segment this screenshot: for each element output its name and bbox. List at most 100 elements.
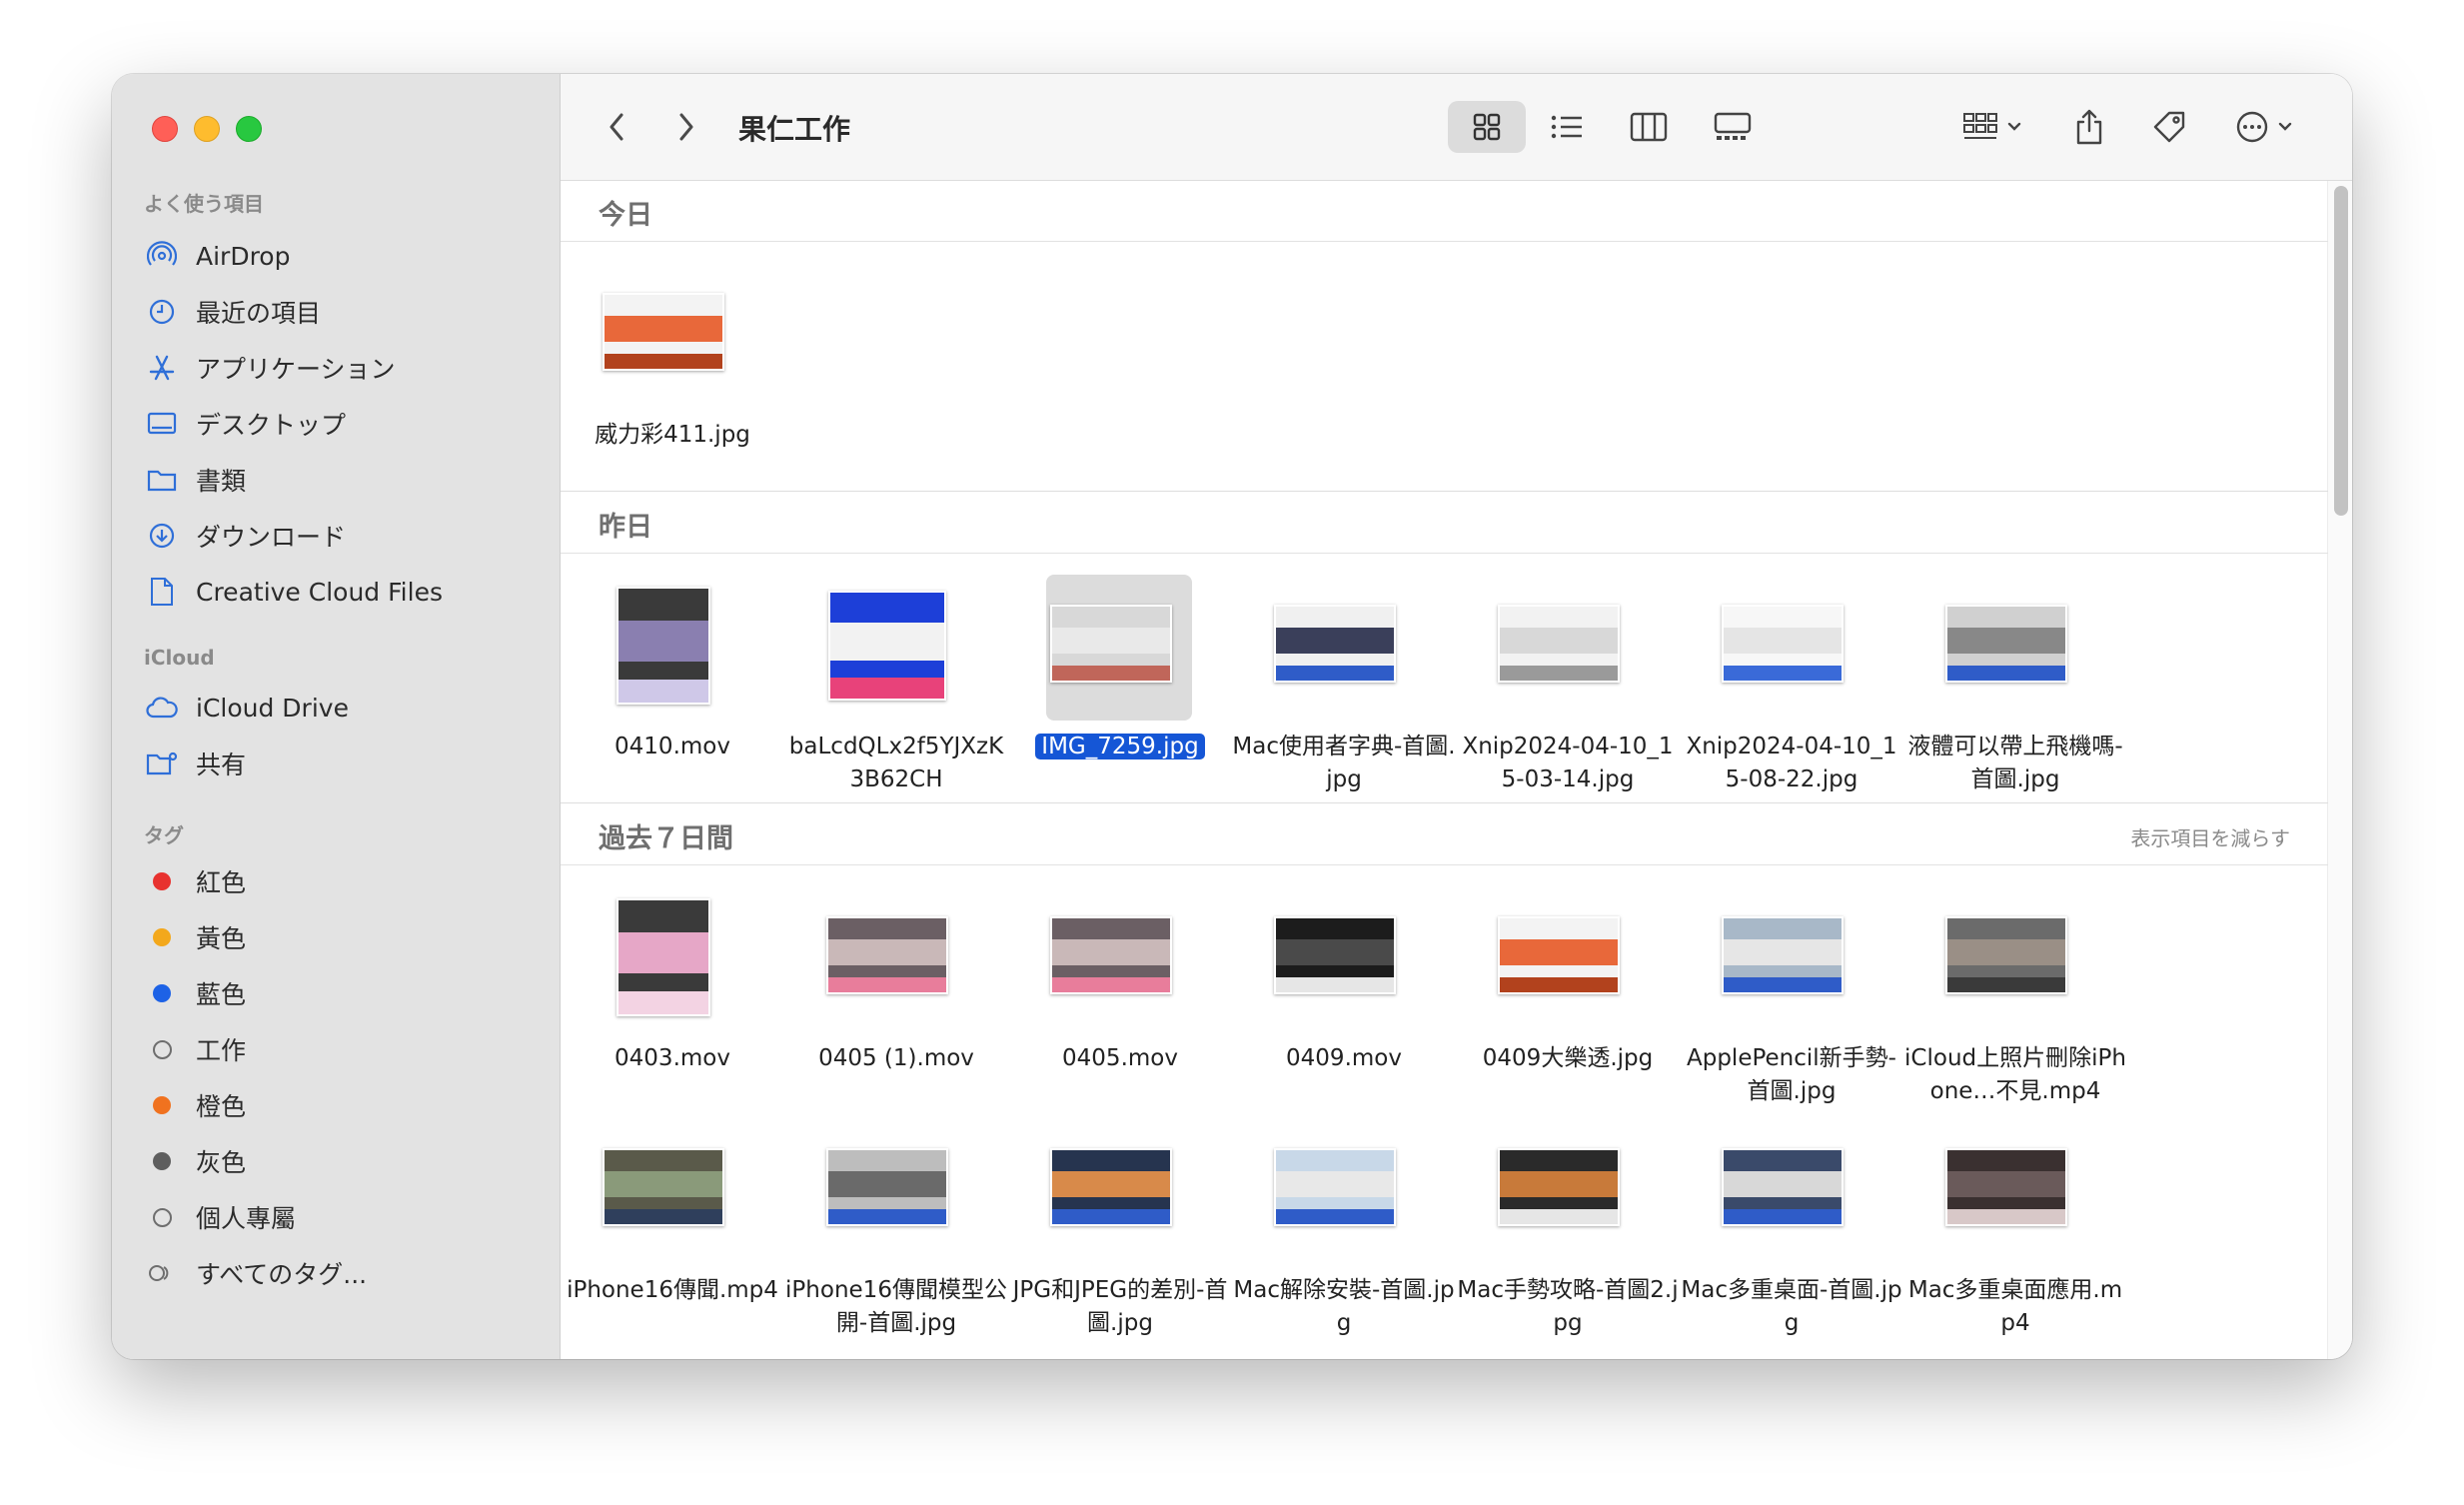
group-by-button[interactable]: [1951, 101, 2033, 153]
sidebar-item-label: 紅色: [196, 868, 247, 897]
file-thumbnail: [1722, 605, 1844, 683]
thumbnail-content: [1052, 938, 1170, 966]
ellipsis-circle-icon: [2236, 111, 2268, 143]
thumbnail-caption-bar: [1052, 977, 1170, 992]
column-view-button[interactable]: [1612, 101, 1686, 153]
group-header: 過去７日間 表示項目を減らす: [561, 804, 2328, 865]
file-thumbnail-frame: [1270, 1118, 1416, 1264]
thumbnail-content: [618, 620, 708, 662]
file-name-text: iPhone16傳聞.mp4: [567, 1277, 778, 1303]
sidebar-tag-personal[interactable]: 個人專屬: [112, 1189, 560, 1245]
sidebar-tag-gray[interactable]: 灰色: [112, 1133, 560, 1189]
file-thumbnail: [1498, 605, 1620, 683]
file-thumbnail-frame: [1941, 575, 2087, 721]
file-thumbnail: [826, 916, 948, 994]
sidebar-tag-yellow[interactable]: 黃色: [112, 909, 560, 965]
thumbnail-caption-bar: [1724, 1209, 1842, 1224]
thumbnail-caption-bar: [605, 354, 722, 369]
file-name-text: Mac手勢攻略-首圖2.jpg: [1457, 1277, 1679, 1336]
close-button[interactable]: [152, 116, 178, 142]
file-thumbnail: [603, 293, 724, 371]
sidebar-tag-work[interactable]: 工作: [112, 1021, 560, 1077]
thumbnail-caption-bar: [1500, 666, 1618, 681]
more-actions-button[interactable]: [2223, 101, 2305, 153]
file-thumbnail-frame: [822, 575, 968, 721]
sidebar-item-label: 灰色: [196, 1148, 247, 1177]
file-name-text: iPhone16傳聞模型公開-首圖.jpg: [785, 1277, 1007, 1336]
group-title: 今日: [599, 200, 652, 231]
thumbnail-caption-bar: [1052, 1209, 1170, 1224]
file-thumbnail: [1945, 916, 2067, 994]
gallery-view-button[interactable]: [1696, 101, 1770, 153]
file-name: baLcdQLx2f5YJXzK3B62CH: [784, 731, 1008, 796]
sidebar-item-applications[interactable]: アプリケーション: [112, 340, 560, 396]
file-thumbnail-frame: [599, 886, 744, 1032]
sidebar-tag-orange[interactable]: 橙色: [112, 1077, 560, 1133]
file-thumbnail: [1498, 916, 1620, 994]
group-grid-icon: [1963, 113, 1997, 139]
thumbnail-content: [828, 938, 946, 966]
file-name: 0405.mov: [1008, 1042, 1232, 1075]
tag-button[interactable]: [2143, 101, 2195, 153]
sidebar-tag-red[interactable]: 紅色: [112, 853, 560, 909]
sidebar-item-label: すべてのタグ...: [196, 1260, 368, 1289]
zoom-button[interactable]: [236, 116, 262, 142]
minimize-button[interactable]: [194, 116, 220, 142]
file-name-text: ApplePencil新手勢-首圖.jpg: [1687, 1045, 1896, 1104]
sidebar-item-downloads[interactable]: ダウンロード: [112, 508, 560, 564]
sidebar-item-airdrop[interactable]: AirDrop: [112, 228, 560, 284]
group-title: 過去７日間: [599, 823, 733, 854]
sidebar-item-label: iCloud Drive: [196, 693, 349, 723]
group-separator: [561, 491, 2328, 492]
back-button[interactable]: [597, 101, 636, 153]
file-name-text: 0410.mov: [615, 734, 730, 759]
thumbnail-content: [1276, 938, 1394, 966]
file-name-text: Mac多重桌面-首圖.jpg: [1681, 1277, 1902, 1336]
file-name: 0403.mov: [561, 1042, 784, 1075]
sidebar-tag-blue[interactable]: 藍色: [112, 965, 560, 1021]
file-name: 0409大樂透.jpg: [1456, 1042, 1680, 1075]
window-controls: [152, 116, 262, 142]
thumbnail-caption-bar: [1052, 666, 1170, 681]
thumbnail-content: [605, 315, 722, 343]
thumbnail-caption-bar: [828, 977, 946, 992]
sidebar-item-desktop[interactable]: デスクトップ: [112, 396, 560, 452]
sidebar-item-label: デスクトップ: [196, 411, 347, 440]
file-name-text: Mac解除安裝-首圖.jpg: [1233, 1277, 1455, 1336]
main-pane: 果仁工作 今日 威力彩411.jpg 昨日 0410.mov baLcdQLx2…: [561, 74, 2352, 1359]
file-name: JPG和JPEG的差別-首圖.jpg: [1008, 1274, 1232, 1340]
share-button[interactable]: [2063, 101, 2115, 153]
file-thumbnail: [1274, 1148, 1396, 1226]
thumbnail-content: [1500, 1170, 1618, 1198]
file-name-text: 0405.mov: [1062, 1045, 1178, 1071]
thumbnail-content: [1276, 627, 1394, 655]
toolbar: 果仁工作: [561, 74, 2352, 181]
shared-folder-icon: [144, 746, 180, 781]
sidebar-item-recents[interactable]: 最近の項目: [112, 284, 560, 340]
show-less-button[interactable]: 表示項目を減らす: [2130, 822, 2290, 851]
thumbnail-content: [1947, 627, 2065, 655]
sidebar-item-documents[interactable]: 書類: [112, 452, 560, 508]
sidebar-item-icloud-drive[interactable]: iCloud Drive: [112, 680, 560, 736]
tag-empty-icon: [144, 1031, 180, 1067]
sidebar-item-label: 藍色: [196, 980, 247, 1009]
sidebar-item-creative-cloud[interactable]: Creative Cloud Files: [112, 564, 560, 620]
vertical-scrollbar[interactable]: [2334, 186, 2348, 516]
file-thumbnail-frame: [1046, 886, 1192, 1032]
file-name: iPhone16傳聞.mp4: [561, 1274, 784, 1307]
sidebar-item-label: 共有: [196, 751, 247, 779]
file-thumbnail-frame: [1270, 575, 1416, 721]
favorites-heading: よく使う項目: [144, 192, 264, 216]
icon-view-button[interactable]: [1448, 101, 1526, 153]
file-thumbnail: [603, 1148, 724, 1226]
file-thumbnail-frame: [599, 1118, 744, 1264]
forward-button[interactable]: [666, 101, 706, 153]
file-thumbnail-frame: [1718, 575, 1863, 721]
chevron-left-icon: [610, 113, 623, 141]
thumbnail-content: [618, 931, 708, 973]
file-thumbnail: [1945, 605, 2067, 683]
list-view-button[interactable]: [1530, 101, 1604, 153]
sidebar-all-tags[interactable]: すべてのタグ...: [112, 1245, 560, 1301]
file-thumbnail: [1274, 916, 1396, 994]
sidebar-item-shared[interactable]: 共有: [112, 736, 560, 791]
